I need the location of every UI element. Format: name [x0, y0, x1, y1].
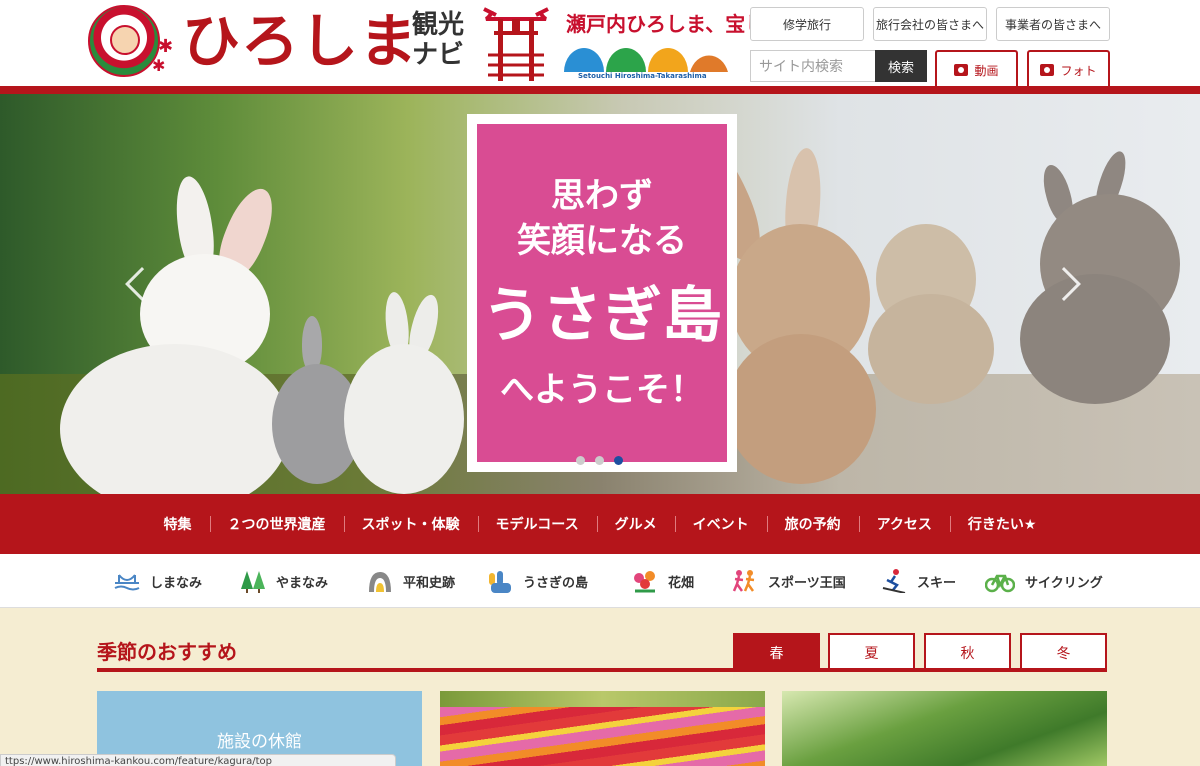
nav-item-access[interactable]: アクセス — [858, 514, 950, 534]
hero-panel-headline: うさぎ島 — [482, 281, 722, 351]
subnav-item-rabbit-island[interactable]: うさぎの島 — [487, 568, 588, 594]
nav-item-wishlist[interactable]: 行きたい★ — [949, 514, 1055, 534]
theme-navigation: しまなみ やまなみ 平和史跡 うさぎの島 花畑 スポーツ王国 スキー サイクリン… — [0, 554, 1200, 608]
hero-panel-line: へようこそ！ — [500, 370, 704, 410]
subnav-item-cycling[interactable]: サイクリング — [985, 568, 1103, 594]
subnav-label: スポーツ王国 — [768, 575, 846, 591]
nav-item-world-heritage[interactable]: ２つの世界遺産 — [209, 514, 344, 534]
setouchi-subtitle: Setouchi Hiroshima-Takarashima — [578, 72, 707, 80]
hero-slider[interactable]: 思わず 笑顔になる うさぎ島 へようこそ！ — [0, 94, 1200, 494]
subnav-label: しまなみ — [150, 575, 203, 591]
seasonal-section: 季節のおすすめ 春 夏 秋 冬 施設の休館 — [0, 608, 1200, 766]
tab-autumn[interactable]: 秋 — [924, 633, 1011, 670]
subnav-label: 平和史跡 — [403, 575, 456, 591]
main-navigation: 特集 ２つの世界遺産 スポット・体験 モデルコース グルメ イベント 旅の予約 … — [0, 494, 1200, 554]
rabbit-icon — [489, 571, 511, 593]
nav-item-gourmet[interactable]: グルメ — [596, 514, 675, 534]
slider-dot-active[interactable] — [614, 456, 623, 465]
hero-campaign-panel[interactable]: 思わず 笑顔になる うさぎ島 へようこそ！ — [467, 114, 737, 472]
subnav-item-yamanami[interactable]: やまなみ — [240, 568, 328, 594]
video-button[interactable]: 動画 — [935, 50, 1018, 88]
mascot-logo-icon[interactable] — [88, 5, 160, 77]
skier-icon — [882, 569, 906, 593]
site-logo-text[interactable]: ひろしま — [182, 6, 418, 76]
nav-item-features[interactable]: 特集 — [146, 514, 210, 534]
trees-icon — [241, 571, 265, 593]
bicycle-icon — [985, 574, 1015, 593]
top-link-businesses[interactable]: 事業者の皆さまへ — [996, 7, 1110, 41]
peace-arch-icon — [369, 572, 391, 592]
video-icon — [954, 64, 969, 76]
slider-dots — [576, 456, 623, 465]
slider-dot[interactable] — [595, 456, 604, 465]
camera-icon — [1040, 64, 1055, 76]
maple-leaf-icon: ✱ — [158, 36, 174, 57]
maple-leaf-icon: ✱ — [152, 56, 166, 75]
nav-item-model-courses[interactable]: モデルコース — [477, 514, 597, 534]
subnav-label: 花畑 — [668, 575, 695, 591]
section-divider — [97, 668, 1107, 672]
header-divider — [0, 86, 1200, 94]
subnav-item-sports[interactable]: スポーツ王国 — [732, 568, 846, 594]
top-link-travel-agencies[interactable]: 旅行会社の皆さまへ — [873, 7, 987, 41]
setouchi-logo-icon[interactable] — [562, 40, 730, 74]
subnav-label: やまなみ — [276, 575, 329, 591]
nav-item-events[interactable]: イベント — [674, 514, 767, 534]
top-link-school-trip[interactable]: 修学旅行 — [750, 7, 864, 41]
hero-panel-line: 思わず — [551, 176, 653, 216]
runners-icon — [732, 570, 755, 592]
subnav-label: うさぎの島 — [523, 575, 589, 591]
subnav-item-peace-sites[interactable]: 平和史跡 — [367, 568, 455, 594]
recommend-card-image[interactable] — [440, 691, 765, 766]
photo-button-label: フォト — [1060, 63, 1097, 78]
section-title: 季節のおすすめ — [97, 640, 237, 664]
hero-panel-line: 笑顔になる — [517, 221, 687, 261]
torii-gate-icon — [483, 7, 549, 81]
subnav-label: サイクリング — [1025, 575, 1103, 591]
tab-summer[interactable]: 夏 — [828, 633, 915, 670]
tab-spring[interactable]: 春 — [733, 633, 820, 670]
tab-winter[interactable]: 冬 — [1020, 633, 1107, 670]
photo-button[interactable]: フォト — [1027, 50, 1110, 88]
bridge-icon — [114, 574, 140, 591]
subnav-item-flower-fields[interactable]: 花畑 — [632, 568, 694, 594]
video-button-label: 動画 — [974, 63, 999, 78]
subnav-item-shimanami[interactable]: しまなみ — [114, 568, 202, 594]
card-title: 施設の休館 — [217, 732, 302, 752]
subnav-label: スキー — [917, 575, 957, 591]
nav-item-spots[interactable]: スポット・体験 — [343, 514, 478, 534]
recommend-card-image[interactable] — [782, 691, 1107, 766]
search-button[interactable]: 検索 — [875, 50, 927, 82]
nav-item-booking[interactable]: 旅の予約 — [766, 514, 859, 534]
site-logo-subtext[interactable]: 観光ナビ — [405, 10, 471, 70]
slider-dot[interactable] — [576, 456, 585, 465]
status-bar-url: ttps://www.hiroshima-kankou.com/feature/… — [0, 754, 396, 766]
search-input[interactable]: サイト内検索 — [750, 50, 876, 82]
flower-icon — [634, 571, 655, 593]
site-header: ✱ ✱ ひろしま 観光ナビ 瀬戸内ひろしま、宝しま Setouchi Hiros… — [0, 0, 1200, 88]
subnav-item-ski[interactable]: スキー — [881, 568, 956, 594]
